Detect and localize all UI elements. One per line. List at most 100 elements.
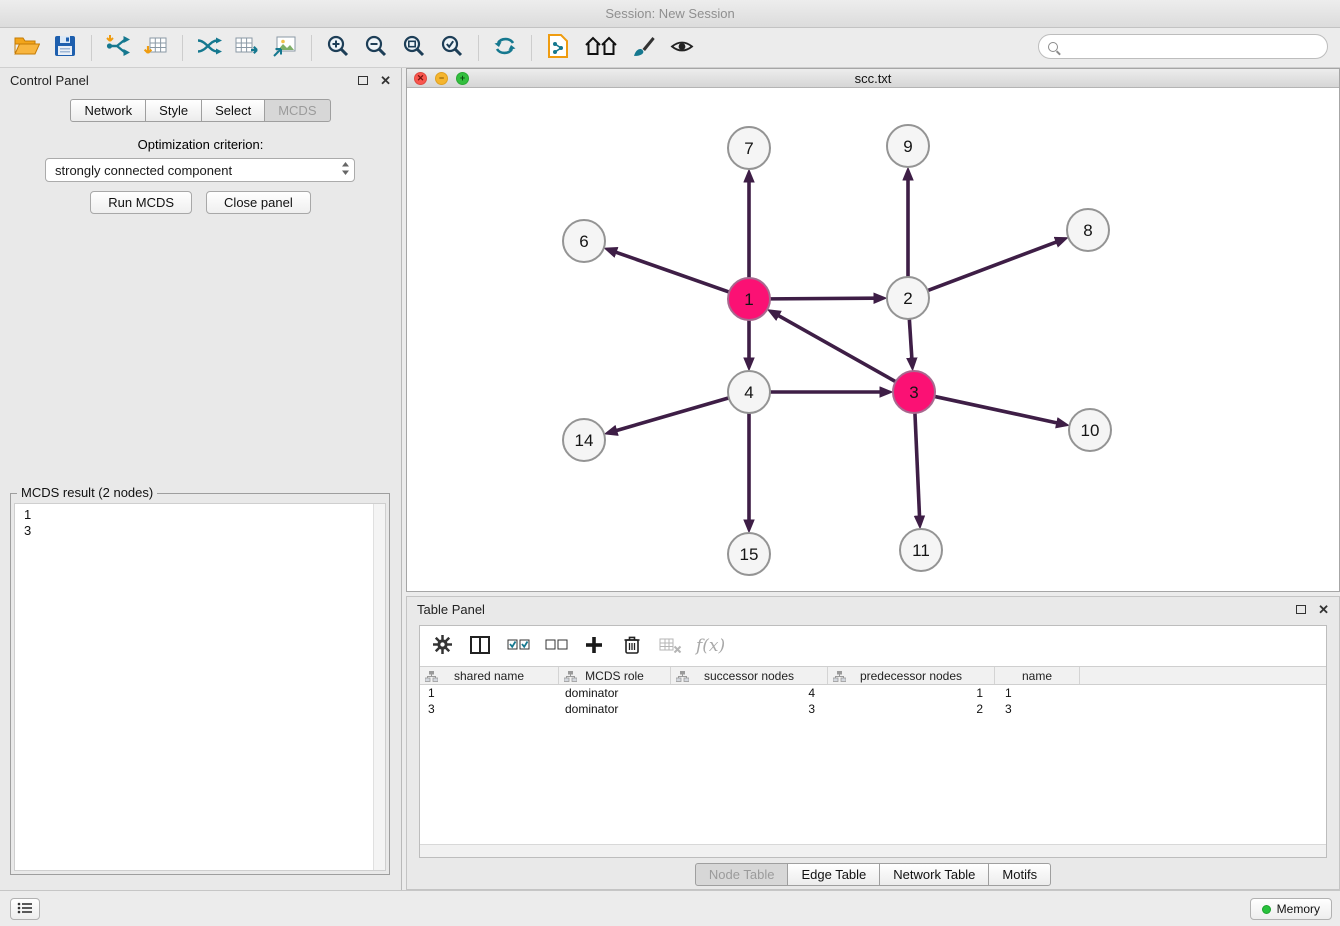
cell-successor-nodes[interactable]: 4 (671, 686, 828, 700)
close-panel-icon[interactable]: ✕ (380, 74, 391, 87)
tab-style[interactable]: Style (145, 99, 202, 122)
document-share-button[interactable] (539, 31, 577, 65)
cell-shared-name[interactable]: 3 (420, 702, 559, 716)
cell-name[interactable]: 3 (995, 702, 1080, 716)
open-folder-icon (14, 36, 40, 59)
graph-node[interactable]: 2 (887, 277, 929, 319)
refresh-icon (493, 34, 517, 61)
style-brush-button[interactable] (625, 31, 663, 65)
selected-criterion: strongly connected component (55, 163, 341, 178)
float-panel-icon[interactable] (358, 76, 368, 85)
export-table-button[interactable] (228, 31, 266, 65)
tab-network-table[interactable]: Network Table (879, 863, 989, 886)
delete-column-button[interactable] (620, 633, 644, 659)
delete-table-button[interactable] (658, 633, 682, 659)
graph-edge[interactable] (617, 398, 729, 431)
column-tree-icon (833, 671, 846, 685)
float-panel-icon[interactable] (1296, 605, 1306, 614)
column-tree-icon (676, 671, 689, 685)
graph-node[interactable]: 11 (900, 529, 942, 571)
import-network-button[interactable] (99, 31, 137, 65)
graph-node[interactable]: 15 (728, 533, 770, 575)
result-scrollbar[interactable] (373, 504, 385, 870)
refresh-button[interactable] (486, 31, 524, 65)
graph-node[interactable]: 7 (728, 127, 770, 169)
graph-node[interactable]: 6 (563, 220, 605, 262)
graph-edge[interactable] (770, 298, 874, 299)
close-window-icon[interactable]: ✕ (414, 72, 427, 85)
floppy-disk-icon (54, 35, 76, 60)
graph-edge[interactable] (935, 396, 1057, 422)
deselect-all-button[interactable] (544, 633, 568, 659)
open-session-button[interactable] (8, 31, 46, 65)
trash-icon (623, 635, 641, 658)
cell-predecessor-nodes[interactable]: 1 (828, 686, 995, 700)
task-history-button[interactable] (10, 898, 40, 920)
tab-edge-table[interactable]: Edge Table (787, 863, 880, 886)
graph-node[interactable]: 14 (563, 419, 605, 461)
eye-icon (670, 38, 694, 58)
tab-select[interactable]: Select (201, 99, 265, 122)
optimization-criterion-select[interactable]: strongly connected component (45, 158, 355, 182)
function-builder-button[interactable]: f(x) (696, 633, 725, 659)
table-horizontal-scrollbar[interactable] (420, 844, 1326, 857)
zoom-selected-button[interactable] (433, 31, 471, 65)
graph-node[interactable]: 10 (1069, 409, 1111, 451)
tab-node-table[interactable]: Node Table (695, 863, 789, 886)
graph-edge[interactable] (909, 319, 911, 358)
zoom-in-button[interactable] (319, 31, 357, 65)
graph-edge[interactable] (616, 252, 729, 292)
column-header-successor-nodes[interactable]: successor nodes (671, 667, 828, 684)
tab-motifs[interactable]: Motifs (988, 863, 1051, 886)
cell-name[interactable]: 1 (995, 686, 1080, 700)
network-graph[interactable]: 7 9 6 8 1 2 4 3 14 10 15 11 (407, 88, 1339, 591)
graph-node-label: 7 (744, 139, 753, 158)
search-input[interactable] (1064, 40, 1318, 54)
add-column-button[interactable] (582, 633, 606, 659)
zoom-out-button[interactable] (357, 31, 395, 65)
column-header-mcds-role[interactable]: MCDS role (559, 667, 671, 684)
zoom-fit-button[interactable] (395, 31, 433, 65)
column-header-name[interactable]: name (995, 667, 1080, 684)
import-table-button[interactable] (137, 31, 175, 65)
column-header-shared-name[interactable]: shared name (420, 667, 559, 684)
close-panel-button[interactable]: Close panel (206, 191, 311, 214)
graph-edge[interactable] (928, 242, 1057, 291)
run-mcds-button[interactable]: Run MCDS (90, 191, 192, 214)
graph-node[interactable]: 1 (728, 278, 770, 320)
export-image-button[interactable] (266, 31, 304, 65)
graph-node-label: 2 (903, 289, 912, 308)
toolbar-separator (311, 35, 312, 61)
memory-button[interactable]: Memory (1250, 898, 1332, 920)
cell-successor-nodes[interactable]: 3 (671, 702, 828, 716)
graph-node[interactable]: 3 (893, 371, 935, 413)
table-row[interactable]: 1 dominator 4 1 1 (420, 685, 1326, 701)
cell-mcds-role[interactable]: dominator (559, 686, 671, 700)
minimize-window-icon[interactable]: − (435, 72, 448, 85)
export-table-icon (234, 35, 260, 60)
graph-node[interactable]: 8 (1067, 209, 1109, 251)
cell-shared-name[interactable]: 1 (420, 686, 559, 700)
eye-button[interactable] (663, 31, 701, 65)
tab-mcds[interactable]: MCDS (264, 99, 330, 122)
graph-node[interactable]: 4 (728, 371, 770, 413)
column-view-button[interactable] (468, 633, 492, 659)
graph-node[interactable]: 9 (887, 125, 929, 167)
graph-edge[interactable] (779, 316, 896, 382)
table-row[interactable]: 3 dominator 3 2 3 (420, 701, 1326, 717)
column-header-predecessor-nodes[interactable]: predecessor nodes (828, 667, 995, 684)
zoom-window-icon[interactable]: + (456, 72, 469, 85)
network-window-titlebar[interactable]: ✕ − + scc.txt (407, 69, 1339, 88)
global-search[interactable] (1038, 34, 1328, 59)
close-panel-icon[interactable]: ✕ (1318, 603, 1329, 616)
save-session-button[interactable] (46, 31, 84, 65)
cell-mcds-role[interactable]: dominator (559, 702, 671, 716)
table-settings-button[interactable] (430, 633, 454, 659)
graph-edge[interactable] (915, 413, 920, 516)
export-network-button[interactable] (190, 31, 228, 65)
tab-network[interactable]: Network (70, 99, 146, 122)
mcds-result-list[interactable]: 1 3 (14, 503, 386, 871)
select-all-button[interactable] (506, 633, 530, 659)
double-home-button[interactable] (577, 31, 625, 65)
cell-predecessor-nodes[interactable]: 2 (828, 702, 995, 716)
